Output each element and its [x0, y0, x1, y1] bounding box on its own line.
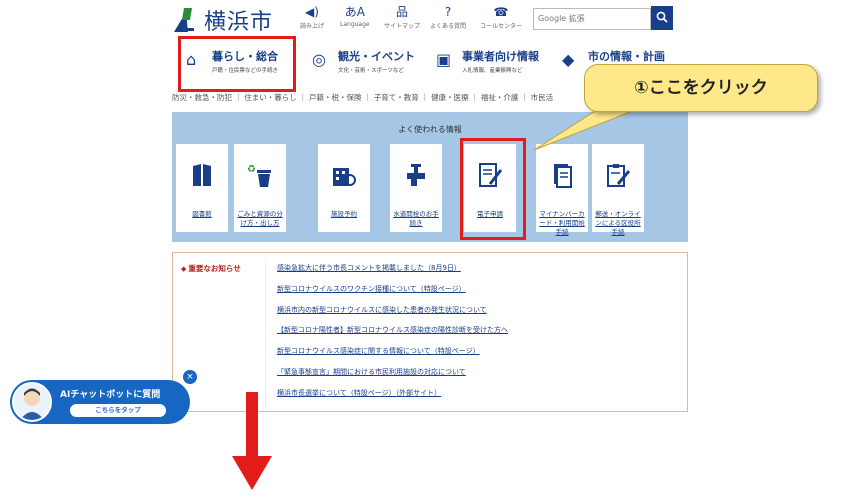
notice-link[interactable]: 横浜市長選挙について（特設ページ）（外部サイト） — [277, 388, 508, 398]
tile-library[interactable]: 図書館 — [176, 144, 228, 232]
tile-facility-reservation[interactable]: 施設予約 — [318, 144, 370, 232]
highlight-living-nav — [178, 36, 296, 92]
tile-label: ごみと資源の分け方・出し方 — [237, 210, 283, 227]
city-icon: ◆ — [562, 50, 575, 69]
language-icon: あA — [344, 5, 365, 19]
notice-link[interactable]: 「緊急事態宣言」期間における市民利用施設の対応について — [277, 367, 508, 377]
call-center-icon: ☎ — [493, 5, 509, 19]
highlight-e-application — [460, 138, 526, 240]
tile-label: 施設予約 — [331, 210, 357, 218]
chatbot-avatar — [12, 382, 52, 422]
section-title: よく使われる情報 — [398, 125, 462, 134]
nav-subtitle: 入札情報、産業振興など — [462, 68, 523, 74]
utility-language[interactable]: あA Language — [340, 5, 370, 29]
facility-icon — [318, 162, 370, 194]
search-input[interactable]: Google 拡張 — [533, 8, 651, 30]
scroll-down-arrow-icon — [232, 392, 272, 490]
tile-online-procedure[interactable]: 郵送・オンラインによる区役所手続 — [592, 144, 644, 236]
utility-sitemap[interactable]: 品 サイトマップ — [384, 5, 421, 31]
chatbot-tap-button[interactable]: こちらをタップ — [70, 404, 166, 417]
notice-label: ◆ 重要なお知らせ — [181, 263, 241, 274]
nav-subtitle: 文化・芸術・スポーツなど — [338, 68, 404, 74]
utility-label: サイトマップ — [384, 23, 421, 30]
tile-water[interactable]: 水道開栓のお手続き — [390, 144, 442, 232]
chatbot-title: AIチャットボットに質問 — [60, 390, 161, 400]
utility-label: 読み上げ — [300, 23, 325, 30]
tile-garbage[interactable]: ♻ ごみと資源の分け方・出し方 — [234, 144, 286, 232]
notice-mark-icon: ◆ — [181, 265, 187, 273]
click-here-callout: ①ここをクリック — [584, 64, 818, 112]
notice-link[interactable]: 感染急拡大に伴う市長コメントを掲載しました（8月9日） — [277, 263, 508, 273]
speaker-icon: ◀) — [305, 5, 319, 19]
divider — [265, 259, 266, 409]
faucet-icon — [390, 162, 442, 194]
business-icon: ▣ — [436, 50, 452, 69]
notice-link[interactable]: 新型コロナウイルスのワクチン接種について（特設ページ） — [277, 284, 508, 294]
library-icon — [176, 162, 228, 194]
frequently-used-section: よく使われる情報 図書館 ♻ ごみと資源の分け方・出し方 施設予約 水道開栓のお… — [172, 112, 688, 242]
svg-text:♻: ♻ — [247, 164, 256, 175]
tile-label: 水道開栓のお手続き — [393, 210, 439, 227]
search-button[interactable] — [651, 6, 673, 30]
recycle-bin-icon: ♻ — [234, 162, 286, 194]
nav-tourism[interactable]: ◎ 観光・イベント 文化・芸術・スポーツなど — [312, 48, 415, 82]
close-icon[interactable]: × — [183, 370, 197, 384]
online-form-icon — [592, 162, 644, 194]
nav-business[interactable]: ▣ 事業者向け情報 入札情報、産業振興など — [436, 48, 539, 82]
notice-link[interactable]: 新型コロナウイルス感染症に関する情報について（特設ページ） — [277, 346, 508, 356]
notice-list: 感染急拡大に伴う市長コメントを掲載しました（8月9日） 新型コロナウイルスのワク… — [277, 263, 508, 409]
nav-title: 事業者向け情報 — [462, 50, 539, 63]
ai-chatbot-button[interactable]: AIチャットボットに質問 こちらをタップ — [10, 380, 190, 424]
logo-text: 横浜市 — [204, 10, 274, 35]
site-logo[interactable]: 横浜市 — [172, 4, 273, 36]
sub-navigation[interactable]: 防災・救急・防犯 ｜ 住まい・暮らし ｜ 戸籍・税・保険 ｜ 子育て・教育 ｜ … — [172, 92, 553, 106]
faq-icon: ? — [444, 5, 452, 19]
sitemap-icon: 品 — [396, 5, 409, 19]
utility-label: コールセンター — [480, 23, 523, 30]
notice-link[interactable]: 【新型コロナ陽性者】新型コロナウイルス感染症の陽性診断を受けた方へ — [277, 325, 508, 335]
important-notice-box: ◆ 重要なお知らせ 感染急拡大に伴う市長コメントを掲載しました（8月9日） 新型コ… — [172, 252, 688, 412]
utility-call-center[interactable]: ☎ コールセンター — [480, 5, 523, 31]
notice-link[interactable]: 横浜市内の新型コロナウイルスに感染した患者の発生状況について — [277, 305, 508, 315]
tile-label: マイナンバーカード・利用開始手続 — [539, 210, 585, 236]
search-icon — [656, 11, 668, 27]
notice-label-text: 重要なお知らせ — [188, 264, 241, 273]
tile-label: 図書館 — [192, 210, 212, 218]
utility-label: Language — [340, 21, 370, 28]
mynumber-card-icon — [536, 162, 588, 194]
nav-title: 観光・イベント — [338, 50, 415, 63]
page: 横浜市 ◀) 読み上げ あA Language 品 サイトマップ ? よくある質… — [0, 0, 844, 495]
yokohama-logo-icon — [172, 6, 198, 34]
utility-label: よくある質問 — [430, 23, 467, 30]
tile-label: 郵送・オンラインによる区役所手続 — [595, 210, 641, 236]
nav-title: 市の情報・計画 — [588, 50, 665, 63]
utility-faq[interactable]: ? よくある質問 — [430, 5, 467, 31]
utility-read-aloud[interactable]: ◀) 読み上げ — [300, 5, 325, 31]
tile-mynumber[interactable]: マイナンバーカード・利用開始手続 — [536, 144, 588, 236]
camera-icon: ◎ — [312, 50, 326, 69]
